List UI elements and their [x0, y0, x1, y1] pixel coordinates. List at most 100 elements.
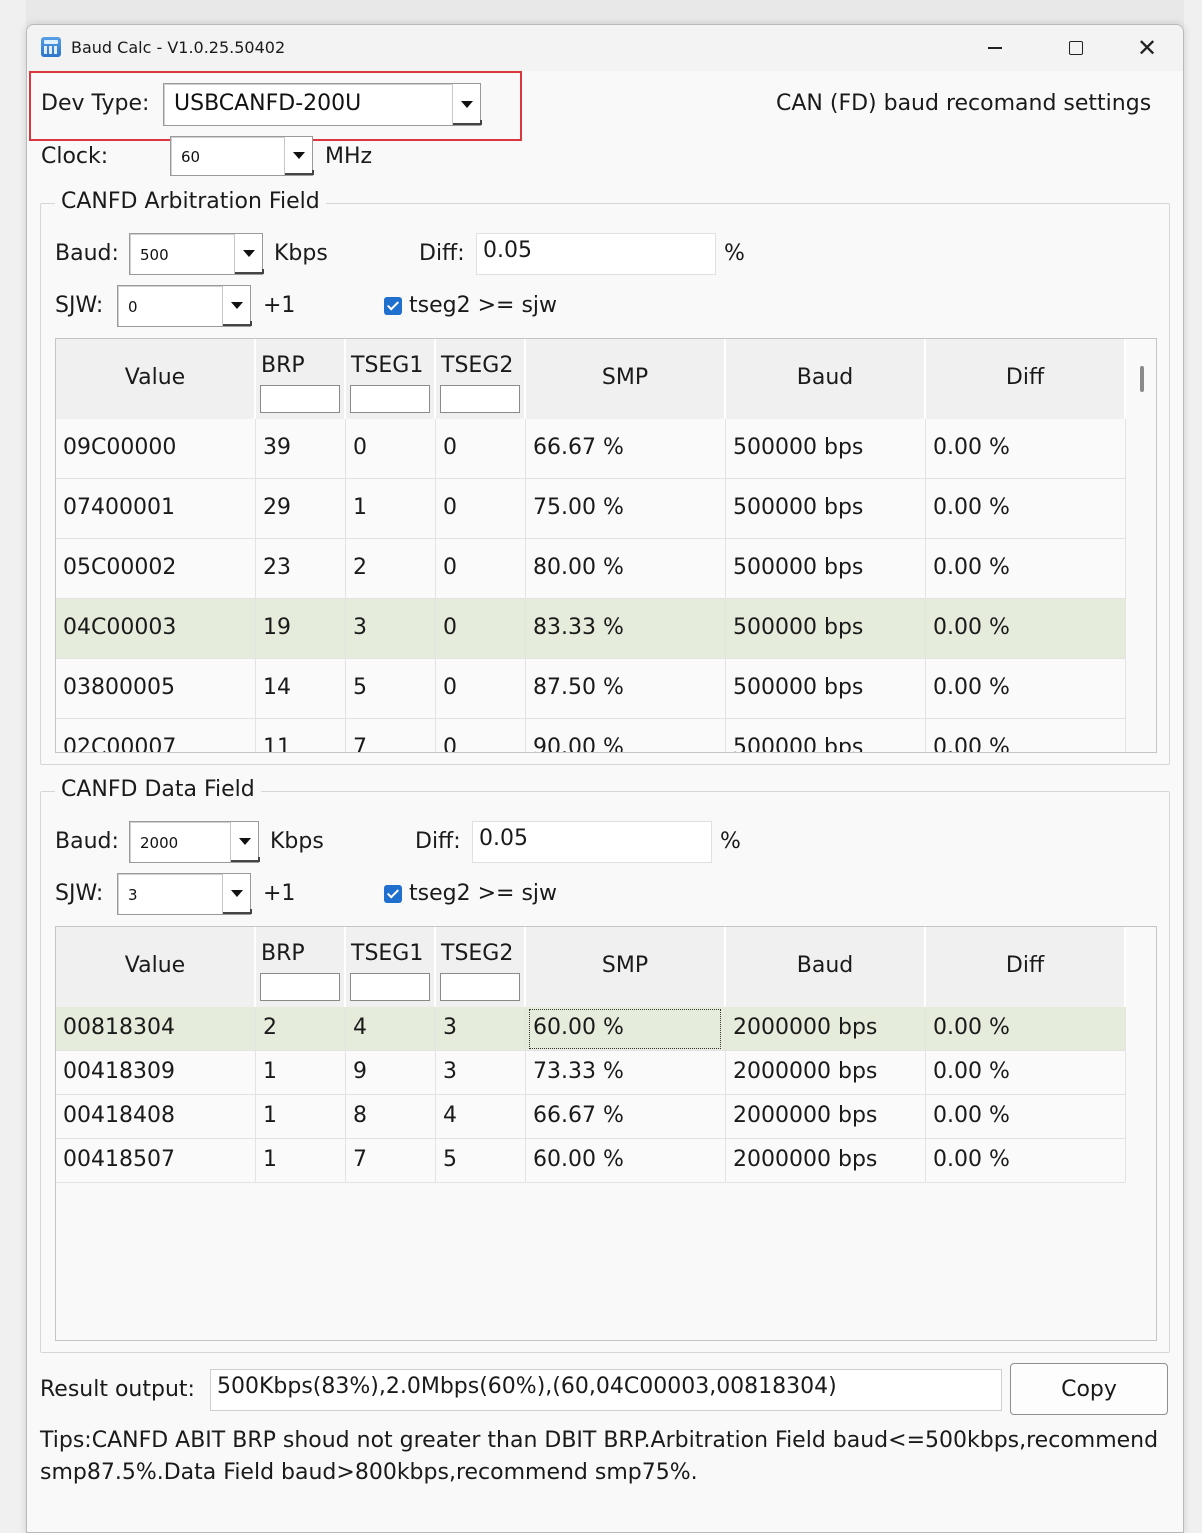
table-row[interactable]: 00418507 1 7 5 60.00 % 2000000 bps 0.00 %: [56, 1139, 1126, 1183]
cell-tseg2[interactable]: 0: [436, 719, 526, 752]
cell-tseg2[interactable]: 0: [436, 479, 526, 539]
cell-baud[interactable]: 2000000 bps: [726, 1051, 926, 1095]
cell-tseg1[interactable]: 2: [346, 539, 436, 599]
column-header-tseg2[interactable]: TSEG2: [436, 339, 526, 419]
arb-tseg2-checkbox[interactable]: [384, 297, 402, 315]
cell-tseg1[interactable]: 8: [346, 1095, 436, 1139]
chevron-down-icon[interactable]: [284, 137, 314, 175]
chevron-down-icon[interactable]: [222, 874, 252, 914]
data-field-table[interactable]: Value BRP TSEG1 TSEG2 SMP Baud Diff 00818304 2 4 3…: [55, 926, 1157, 1341]
cell-brp[interactable]: 14: [256, 659, 346, 719]
cell-baud[interactable]: 2000000 bps: [726, 1007, 926, 1051]
column-header-diff[interactable]: Diff: [926, 927, 1126, 1007]
table-row[interactable]: 03800005 14 5 0 87.50 % 500000 bps 0.00 %: [56, 659, 1126, 719]
cell-value[interactable]: 04C00003: [56, 599, 256, 659]
chevron-down-icon[interactable]: [230, 822, 260, 862]
cell-baud[interactable]: 500000 bps: [726, 659, 926, 719]
cell-tseg2[interactable]: 5: [436, 1139, 526, 1183]
cell-tseg2[interactable]: 4: [436, 1095, 526, 1139]
cell-diff[interactable]: 0.00 %: [926, 659, 1126, 719]
cell-value[interactable]: 02C00007: [56, 719, 256, 752]
column-header-brp[interactable]: BRP: [256, 927, 346, 1007]
cell-diff[interactable]: 0.00 %: [926, 1007, 1126, 1051]
cell-baud[interactable]: 500000 bps: [726, 419, 926, 479]
cell-diff[interactable]: 0.00 %: [926, 539, 1126, 599]
close-button[interactable]: ✕: [1112, 25, 1182, 71]
cell-tseg1[interactable]: 7: [346, 1139, 436, 1183]
cell-smp[interactable]: 66.67 %: [526, 1095, 726, 1139]
copy-button[interactable]: Copy: [1010, 1363, 1168, 1415]
cell-baud[interactable]: 500000 bps: [726, 599, 926, 659]
column-header-tseg2[interactable]: TSEG2: [436, 927, 526, 1007]
cell-diff[interactable]: 0.00 %: [926, 719, 1126, 752]
column-header-baud[interactable]: Baud: [726, 927, 926, 1007]
cell-tseg1[interactable]: 4: [346, 1007, 436, 1051]
cell-smp[interactable]: 87.50 %: [526, 659, 726, 719]
cell-brp[interactable]: 1: [256, 1095, 346, 1139]
column-filter-input[interactable]: [440, 385, 520, 413]
cell-value[interactable]: 03800005: [56, 659, 256, 719]
scrollbar[interactable]: [1140, 366, 1144, 392]
column-header-tseg1[interactable]: TSEG1: [346, 927, 436, 1007]
table-row[interactable]: 05C00002 23 2 0 80.00 % 500000 bps 0.00 %: [56, 539, 1126, 599]
cell-diff[interactable]: 0.00 %: [926, 1139, 1126, 1183]
table-row[interactable]: 07400001 29 1 0 75.00 % 500000 bps 0.00 %: [56, 479, 1126, 539]
cell-diff[interactable]: 0.00 %: [926, 479, 1126, 539]
data-tseg2-checkbox[interactable]: [384, 885, 402, 903]
column-header-value[interactable]: Value: [56, 927, 256, 1007]
column-header-diff[interactable]: Diff: [926, 339, 1126, 419]
arbitration-table[interactable]: Value BRP TSEG1 TSEG2 SMP Baud Diff 09C00000 39 0…: [55, 338, 1157, 753]
dev-type-select[interactable]: USBCANFD-200U: [163, 83, 482, 126]
clock-select[interactable]: 60: [170, 136, 314, 176]
table-row[interactable]: 09C00000 39 0 0 66.67 % 500000 bps 0.00 %: [56, 419, 1126, 479]
cell-brp[interactable]: 2: [256, 1007, 346, 1051]
arb-diff-input[interactable]: 0.05: [476, 233, 716, 275]
cell-tseg1[interactable]: 0: [346, 419, 436, 479]
cell-smp[interactable]: 66.67 %: [526, 419, 726, 479]
chevron-down-icon[interactable]: [452, 84, 482, 125]
arb-sjw-select[interactable]: 0: [117, 285, 252, 327]
data-sjw-select[interactable]: 3: [117, 873, 252, 915]
cell-brp[interactable]: 1: [256, 1139, 346, 1183]
arb-baud-select[interactable]: 500: [129, 233, 264, 275]
cell-tseg2[interactable]: 3: [436, 1007, 526, 1051]
cell-tseg2[interactable]: 0: [436, 539, 526, 599]
cell-value[interactable]: 09C00000: [56, 419, 256, 479]
cell-smp[interactable]: 73.33 %: [526, 1051, 726, 1095]
column-filter-input[interactable]: [350, 973, 430, 1001]
column-filter-input[interactable]: [260, 385, 340, 413]
cell-brp[interactable]: 1: [256, 1051, 346, 1095]
table-row[interactable]: 04C00003 19 3 0 83.33 % 500000 bps 0.00 %: [56, 599, 1126, 659]
column-filter-input[interactable]: [350, 385, 430, 413]
cell-baud[interactable]: 2000000 bps: [726, 1095, 926, 1139]
result-output-field[interactable]: 500Kbps(83%),2.0Mbps(60%),(60,04C00003,0…: [210, 1369, 1002, 1411]
cell-diff[interactable]: 0.00 %: [926, 1051, 1126, 1095]
cell-diff[interactable]: 0.00 %: [926, 599, 1126, 659]
column-filter-input[interactable]: [260, 973, 340, 1001]
cell-value[interactable]: 07400001: [56, 479, 256, 539]
table-row[interactable]: 00418309 1 9 3 73.33 % 2000000 bps 0.00 %: [56, 1051, 1126, 1095]
cell-smp[interactable]: 90.00 %: [526, 719, 726, 752]
data-baud-select[interactable]: 2000: [129, 821, 260, 863]
chevron-down-icon[interactable]: [234, 234, 264, 274]
minimize-button[interactable]: [960, 25, 1030, 71]
cell-diff[interactable]: 0.00 %: [926, 419, 1126, 479]
cell-baud[interactable]: 500000 bps: [726, 539, 926, 599]
column-header-value[interactable]: Value: [56, 339, 256, 419]
column-filter-input[interactable]: [440, 973, 520, 1001]
cell-tseg1[interactable]: 1: [346, 479, 436, 539]
cell-baud[interactable]: 500000 bps: [726, 479, 926, 539]
cell-tseg1[interactable]: 5: [346, 659, 436, 719]
cell-tseg1[interactable]: 9: [346, 1051, 436, 1095]
cell-value[interactable]: 00418507: [56, 1139, 256, 1183]
table-row[interactable]: 00418408 1 8 4 66.67 % 2000000 bps 0.00 %: [56, 1095, 1126, 1139]
cell-value[interactable]: 00418408: [56, 1095, 256, 1139]
cell-brp[interactable]: 23: [256, 539, 346, 599]
cell-brp[interactable]: 19: [256, 599, 346, 659]
cell-tseg2[interactable]: 0: [436, 419, 526, 479]
title-bar[interactable]: Baud Calc - V1.0.25.50402 ✕: [27, 25, 1183, 71]
column-header-baud[interactable]: Baud: [726, 339, 926, 419]
data-diff-input[interactable]: 0.05: [472, 821, 712, 863]
cell-diff[interactable]: 0.00 %: [926, 1095, 1126, 1139]
cell-value[interactable]: 00818304: [56, 1007, 256, 1051]
